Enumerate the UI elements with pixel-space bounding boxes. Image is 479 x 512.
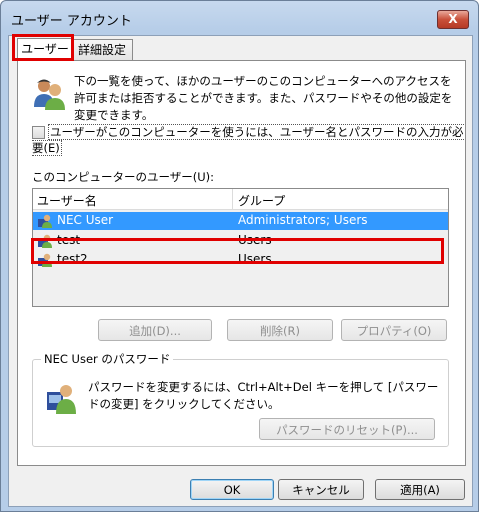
tab-panel-users: 下の一覧を使って、ほかのユーザーのこのコンピューターへのアクセスを許可または拒否… bbox=[17, 60, 466, 466]
column-header-username[interactable]: ユーザー名 bbox=[37, 192, 97, 209]
column-header-group[interactable]: グループ bbox=[238, 192, 285, 209]
annotation-highlight-tab bbox=[12, 34, 74, 61]
ok-button[interactable]: OK bbox=[190, 479, 274, 500]
cancel-button[interactable]: キャンセル bbox=[278, 479, 364, 500]
password-group-title: NEC User のパスワード bbox=[41, 351, 174, 367]
title-bar[interactable]: ユーザー アカウント X bbox=[1, 1, 478, 35]
user-keyboard-icon bbox=[47, 385, 76, 414]
intro-text: 下の一覧を使って、ほかのユーザーのこのコンピューターへのアクセスを許可または拒否… bbox=[74, 74, 453, 122]
user-icon bbox=[38, 214, 52, 228]
list-header: ユーザー名 グループ bbox=[33, 189, 448, 210]
annotation-highlight-row bbox=[31, 238, 444, 264]
require-password-checkbox[interactable] bbox=[32, 126, 45, 139]
close-button[interactable]: X bbox=[437, 10, 469, 29]
add-user-button[interactable]: 追加(D)... bbox=[98, 319, 212, 341]
row-group: Administrators; Users bbox=[238, 213, 368, 227]
user-accounts-window: ユーザー アカウント X ユーザー 詳細設定 下の一覧を使って、ほかのユーザーの… bbox=[0, 0, 479, 512]
properties-button[interactable]: プロパティ(O) bbox=[341, 319, 447, 341]
require-password-row[interactable]: ユーザーがこのコンピューターを使うには、ユーザー名とパスワードの入力が必要(E) bbox=[32, 124, 465, 156]
dialog-client-area: ユーザー 詳細設定 下の一覧を使って、ほかのユーザーのこのコンピューターへのアク… bbox=[8, 34, 473, 507]
require-password-label[interactable]: ユーザーがこのコンピューターを使うには、ユーザー名とパスワードの入力が必要(E) bbox=[32, 124, 464, 156]
users-list-label: このコンピューターのユーザー(U): bbox=[32, 170, 215, 184]
delete-user-button[interactable]: 削除(R) bbox=[227, 319, 333, 341]
row-username: NEC User bbox=[57, 213, 114, 227]
table-row[interactable]: NEC User Administrators; Users bbox=[33, 212, 448, 230]
password-instructions: パスワードを変更するには、Ctrl+Alt+Del キーを押して [パスワードの… bbox=[88, 380, 439, 411]
column-separator[interactable] bbox=[232, 189, 233, 209]
users-icon bbox=[34, 79, 65, 110]
tab-advanced[interactable]: 詳細設定 bbox=[71, 39, 133, 60]
apply-button[interactable]: 適用(A) bbox=[375, 479, 465, 500]
password-group: NEC User のパスワード パスワードを変更するには、Ctrl+Alt+De… bbox=[32, 351, 449, 447]
window-title: ユーザー アカウント bbox=[11, 14, 132, 29]
reset-password-button[interactable]: パスワードのリセット(P)... bbox=[259, 418, 435, 440]
